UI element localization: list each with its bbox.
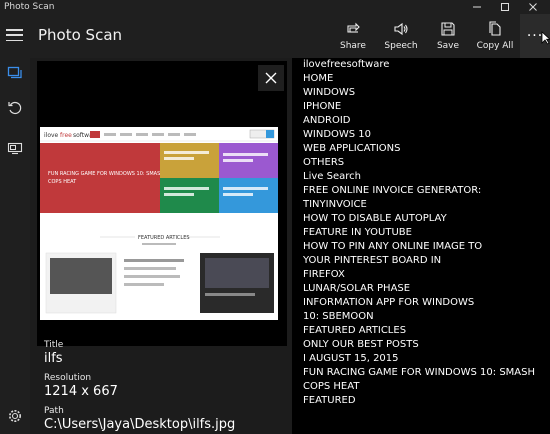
text-line: FIREFOX [303, 269, 345, 280]
text-line: 10: SBEMOON [303, 311, 374, 322]
command-bar: Photo Scan Share Speech Save Copy All ··… [0, 14, 550, 58]
title-label: Title [44, 340, 64, 350]
minimize-icon [473, 6, 481, 8]
svg-text:free: free [60, 132, 72, 139]
svg-text:ilove: ilove [44, 132, 59, 139]
text-line: WEB APPLICATIONS [303, 143, 401, 154]
resolution-value: 1214 x 667 [44, 384, 118, 399]
screen-button[interactable] [5, 138, 25, 158]
text-line: HOW TO DISABLE AUTOPLAY [303, 213, 447, 224]
title-field: Title ilfs [44, 340, 63, 367]
copy-icon [489, 21, 501, 36]
close-icon [529, 3, 537, 11]
title-bar: Photo Scan [0, 0, 550, 14]
text-line: COPS HEAT [303, 381, 360, 392]
webpage-screenshot-icon: ilove free software FUN RACING GAME FOR … [40, 127, 278, 320]
close-photo-button[interactable] [258, 65, 284, 91]
title-value: ilfs [44, 351, 63, 366]
text-line: YOUR PINTEREST BOARD IN [303, 255, 442, 266]
text-line: I AUGUST 15, 2015 [303, 353, 399, 364]
close-window-button[interactable] [522, 0, 544, 14]
text-line: INFORMATION APP FOR WINDOWS [303, 297, 475, 308]
text-line: ANDROID [303, 115, 351, 126]
resolution-label: Resolution [44, 373, 92, 383]
save-button[interactable]: Save [429, 14, 467, 58]
window-title: Photo Scan [4, 2, 55, 12]
text-line: FEATURE IN YOUTUBE [303, 227, 412, 238]
hamburger-line [6, 34, 23, 36]
svg-text:FUN RACING GAME FOR WINDOWS 10: FUN RACING GAME FOR WINDOWS 10: SMASH [48, 171, 164, 177]
screen-icon [7, 142, 23, 155]
hamburger-menu-button[interactable] [6, 26, 23, 44]
close-icon [265, 72, 277, 84]
gear-icon [9, 410, 21, 422]
copy-all-button[interactable]: Copy All [476, 14, 514, 58]
copy-all-label: Copy All [476, 41, 514, 51]
extracted-text-list: ilovefreesoftware HOME WINDOWS IPHONE AN… [303, 58, 535, 408]
share-icon [347, 22, 360, 33]
refresh-icon [8, 101, 22, 115]
photo-details-panel: ilove free software FUN RACING GAME FOR … [30, 58, 292, 434]
text-line: ONLY OUR BEST POSTS [303, 339, 419, 350]
text-line: TINYINVOICE [303, 199, 367, 210]
text-line: FEATURED [303, 395, 356, 406]
speech-button[interactable]: Speech [382, 14, 420, 58]
gallery-icon [7, 66, 22, 79]
text-line: IPHONE [303, 101, 342, 112]
photo-thumbnail: ilove free software FUN RACING GAME FOR … [40, 127, 278, 320]
text-line: WINDOWS [303, 87, 356, 98]
hamburger-line [6, 39, 23, 41]
text-line: HOW TO PIN ANY ONLINE IMAGE TO [303, 241, 483, 252]
text-line: HOME [303, 73, 334, 84]
hamburger-line [6, 29, 23, 31]
gallery-button[interactable] [5, 62, 25, 82]
resolution-field: Resolution 1214 x 667 [44, 373, 118, 400]
text-line: FEATURED ARTICLES [303, 325, 407, 336]
minimize-button[interactable] [466, 0, 488, 14]
left-nav-rail [0, 58, 30, 434]
text-line: FREE ONLINE INVOICE GENERATOR: [303, 185, 482, 196]
share-label: Share [340, 41, 366, 51]
path-field: Path C:\Users\Jaya\Desktop\ilfs.jpg [44, 406, 235, 433]
app-header-title: Photo Scan [38, 26, 123, 44]
text-line: LUNAR/SOLAR PHASE [303, 283, 411, 294]
extracted-text-pane[interactable]: ilovefreesoftware HOME WINDOWS IPHONE AN… [292, 58, 535, 434]
svg-text:COPS HEAT: COPS HEAT [48, 179, 77, 185]
save-label: Save [436, 41, 460, 51]
mouse-cursor-icon [541, 31, 550, 45]
text-line: ilovefreesoftware [303, 59, 390, 70]
photo-frame: ilove free software FUN RACING GAME FOR … [37, 61, 287, 346]
text-line: Live Search [303, 171, 361, 182]
save-icon [441, 22, 455, 36]
speech-label: Speech [384, 41, 418, 51]
path-label: Path [44, 406, 64, 416]
text-line: WINDOWS 10 [303, 129, 372, 140]
speaker-icon [394, 22, 408, 36]
maximize-icon [501, 3, 509, 11]
path-value: C:\Users\Jaya\Desktop\ilfs.jpg [44, 417, 236, 432]
svg-text:FEATURED ARTICLES: FEATURED ARTICLES [138, 235, 190, 241]
text-line: OTHERS [303, 157, 345, 168]
refresh-button[interactable] [5, 98, 25, 118]
settings-button[interactable] [5, 406, 25, 426]
maximize-button[interactable] [494, 0, 516, 14]
share-button[interactable]: Share [334, 14, 372, 58]
text-line: FUN RACING GAME FOR WINDOWS 10: SMASH [303, 367, 536, 378]
